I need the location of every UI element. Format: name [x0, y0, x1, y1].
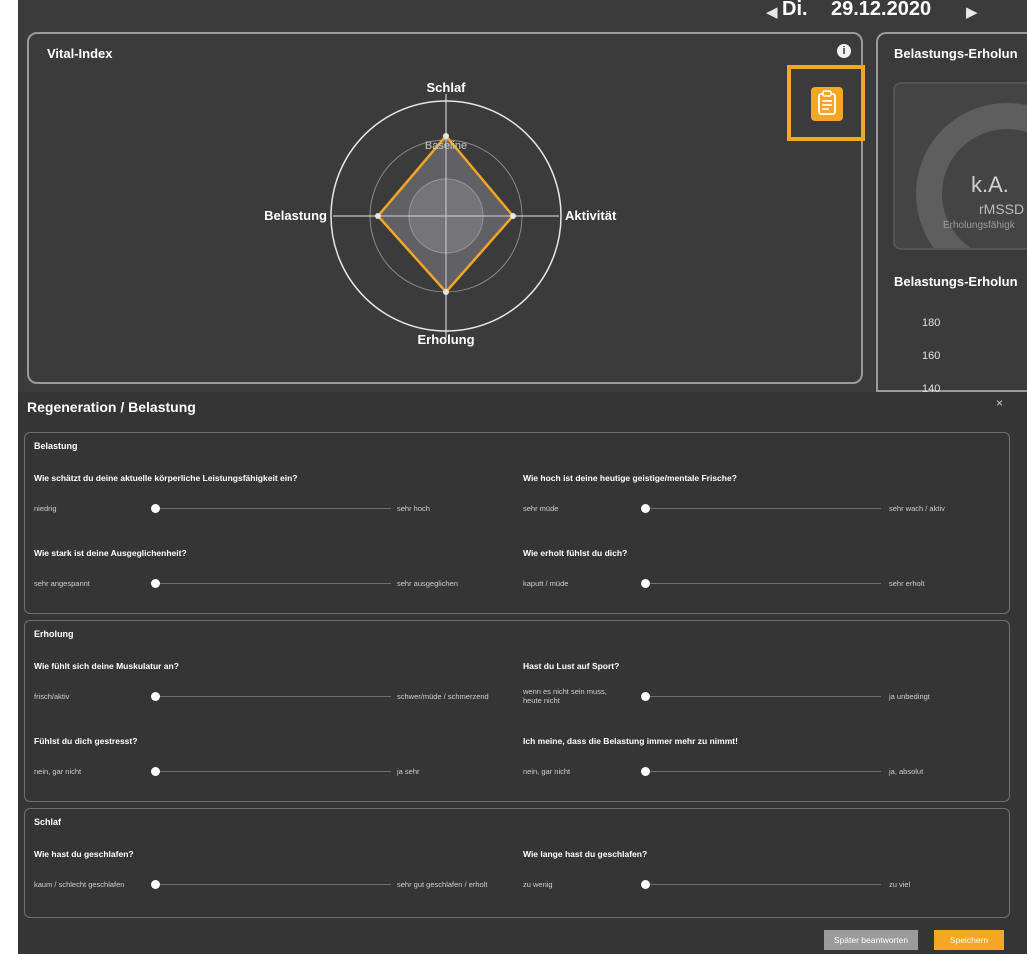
slider-min-label: frisch/aktiv — [34, 692, 70, 701]
app-window: ◀ Di. 29.12.2020 ▶ Schlaf Aktivität Erho… — [18, 0, 1027, 954]
next-day-icon[interactable]: ▶ — [966, 3, 978, 21]
slider-max-label: ja, absolut — [889, 767, 924, 776]
question-text: Wie lange hast du geschlafen? — [523, 849, 648, 859]
question-text: Wie hast du geschlafen? — [34, 849, 134, 859]
slider-min-label: sehr müde — [523, 504, 559, 513]
slider-min-label: kaputt / müde — [523, 579, 569, 588]
questionnaire-highlight — [787, 65, 865, 141]
slider-max-label: sehr hoch — [397, 504, 430, 513]
slider-track[interactable] — [151, 767, 391, 776]
clipboard-icon — [818, 90, 836, 115]
slider-max-label: sehr gut geschlafen / erholt — [397, 880, 488, 889]
close-icon[interactable]: × — [996, 396, 1003, 410]
slider-track[interactable] — [151, 579, 391, 588]
slider-track[interactable] — [151, 880, 391, 889]
gauge-value: k.A. — [971, 172, 1009, 197]
slider-max-label: schwer/müde / schmerzend — [397, 692, 489, 701]
question-text: Wie stark ist deine Ausgeglichenheit? — [34, 548, 187, 558]
axis-label-belastung: Belastung — [264, 208, 327, 223]
slider-track[interactable] — [641, 692, 881, 701]
previous-day-icon[interactable]: ◀ — [766, 3, 778, 21]
recovery-panel: Belastungs-Erholun k.A. rMSSD Erholungsf… — [876, 32, 1027, 395]
slider-track[interactable] — [151, 504, 391, 513]
question-text: Wie erholt fühlst du dich? — [523, 548, 628, 558]
slider-handle[interactable] — [641, 504, 650, 513]
vital-point-belastung — [375, 213, 381, 219]
question-text: Fühlst du dich gestresst? — [34, 736, 138, 746]
slider-handle[interactable] — [151, 579, 160, 588]
slider-min-label: nein, gar nicht — [523, 767, 571, 776]
baseline-label: Baseline — [425, 140, 467, 152]
recovery-panel-title: Belastungs-Erholun — [894, 46, 1018, 61]
y-tick-label: 160 — [922, 350, 941, 362]
slider-min-label: kaum / schlecht geschlafen — [34, 880, 125, 889]
section-title: Erholung — [34, 629, 74, 639]
slider-min-label: niedrig — [34, 504, 57, 513]
slider-handle[interactable] — [151, 880, 160, 889]
slider-min-label: zu wenig — [523, 880, 553, 889]
slider-max-label: zu viel — [889, 880, 911, 889]
slider-track[interactable] — [641, 880, 881, 889]
question-text: Wie schätzt du deine aktuelle körperlich… — [34, 473, 298, 483]
slider-min-label: wenn es nicht sein muss, heute nicht — [523, 687, 607, 705]
section-schlaf: Schlaf Wie hast du geschlafen? kaum / sc… — [24, 808, 1010, 918]
slider-max-label: sehr wach / aktiv — [889, 504, 945, 513]
slider-track[interactable] — [151, 692, 391, 701]
date-bar: ◀ Di. 29.12.2020 ▶ — [18, 0, 1027, 28]
section-erholung: Erholung Wie fühlt sich deine Muskulatur… — [24, 620, 1010, 802]
info-icon[interactable]: i — [837, 44, 851, 58]
vital-point-erholung — [443, 289, 449, 295]
slider-handle[interactable] — [641, 692, 650, 701]
date-value: 29.12.2020 — [831, 0, 932, 20]
slider-track[interactable] — [641, 504, 881, 513]
slider-track[interactable] — [641, 767, 881, 776]
recovery-chart-title: Belastungs-Erholun — [894, 274, 1018, 289]
slider-min-label: sehr angespannt — [34, 579, 90, 588]
y-tick-label: 180 — [922, 317, 941, 329]
slider-handle[interactable] — [151, 767, 160, 776]
section-title: Belastung — [34, 441, 78, 451]
save-button[interactable]: Speichern — [934, 930, 1004, 950]
gauge-subtitle: Erholungsfähigk — [943, 220, 1015, 231]
question-text: Wie hoch ist deine heutige geistige/ment… — [523, 473, 737, 483]
vital-point-aktivitaet — [510, 213, 516, 219]
rmssd-gauge-card: k.A. rMSSD Erholungsfähigk — [893, 82, 1027, 250]
slider-max-label: ja unbedingt — [889, 692, 930, 701]
vital-polygon — [376, 134, 515, 294]
vital-point-schlaf — [443, 133, 449, 139]
section-belastung: Belastung Wie schätzt du deine aktuelle … — [24, 432, 1010, 614]
slider-max-label: sehr ausgeglichen — [397, 579, 458, 588]
answer-later-button[interactable]: Später beantworten — [824, 930, 918, 950]
date-weekday: Di. — [782, 0, 808, 20]
slider-max-label: ja sehr — [397, 767, 420, 776]
vital-radar-chart: Schlaf Aktivität Erholung Belastung Base… — [264, 80, 617, 347]
slider-max-label: sehr erholt — [889, 579, 925, 588]
slider-track[interactable] — [641, 579, 881, 588]
question-text: Ich meine, dass die Belastung immer mehr… — [523, 736, 738, 746]
vital-index-title: Vital-Index — [47, 46, 113, 61]
clipboard-button[interactable] — [811, 87, 843, 121]
slider-min-label: nein, gar nicht — [34, 767, 82, 776]
question-text: Hast du Lust auf Sport? — [523, 661, 620, 671]
question-text: Wie fühlt sich deine Muskulatur an? — [34, 661, 179, 671]
dialog-title: Regeneration / Belastung — [27, 399, 196, 415]
axis-label-aktivitaet: Aktivität — [565, 208, 617, 223]
vital-index-card: Schlaf Aktivität Erholung Belastung Base… — [27, 32, 865, 384]
axis-label-erholung: Erholung — [417, 332, 474, 347]
slider-handle[interactable] — [151, 504, 160, 513]
slider-handle[interactable] — [641, 579, 650, 588]
slider-handle[interactable] — [641, 767, 650, 776]
axis-label-schlaf: Schlaf — [426, 80, 466, 95]
questionnaire-dialog: Regeneration / Belastung × Belastung Wie… — [18, 392, 1027, 954]
gauge-metric: rMSSD — [979, 201, 1025, 217]
slider-handle[interactable] — [151, 692, 160, 701]
slider-handle[interactable] — [641, 880, 650, 889]
section-title: Schlaf — [34, 817, 62, 827]
